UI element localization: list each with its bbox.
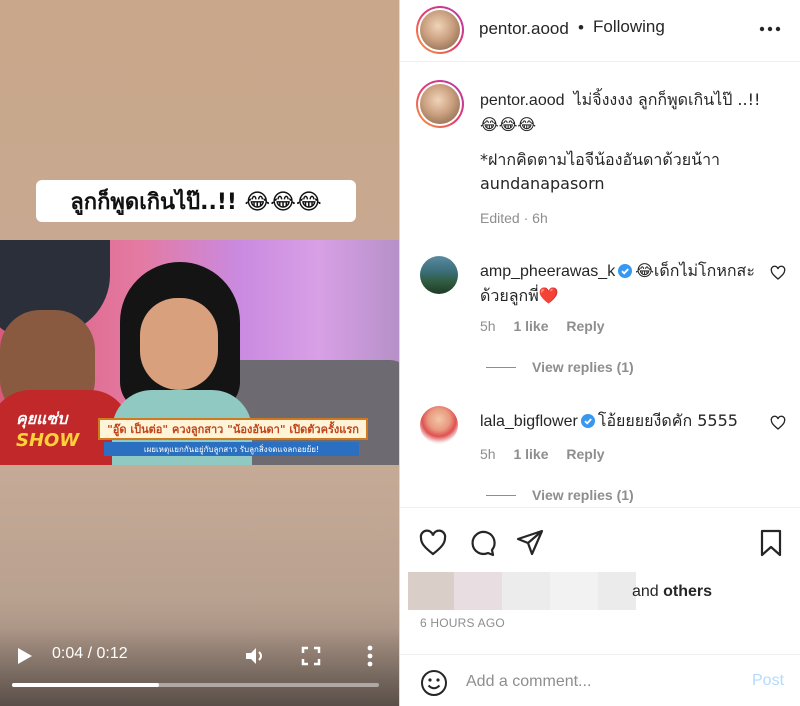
following-button[interactable]: Following — [593, 17, 665, 37]
like-heart-icon[interactable] — [418, 528, 448, 558]
header-username[interactable]: pentor.aood — [479, 19, 569, 39]
view-replies-label: View replies (1) — [532, 487, 634, 503]
add-comment-bar: Post — [400, 654, 800, 706]
caption-mention[interactable]: aundanapasorn — [480, 172, 780, 196]
girl-face — [140, 298, 218, 390]
edited-label: Edited — [480, 210, 520, 226]
comment-username[interactable]: amp_pheerawas_k — [480, 263, 615, 280]
video-controls: 0:04 / 0:12 — [0, 628, 399, 706]
view-replies-label: View replies (1) — [532, 359, 634, 375]
volume-icon[interactable] — [243, 644, 267, 668]
replies-divider — [486, 366, 516, 368]
caption-text: pentor.aood ไม่จิ้งงงง ลูกก็พูดเกินไป๊ .… — [480, 88, 780, 137]
likes-summary: and others — [632, 583, 712, 601]
reply-button[interactable]: Reply — [566, 318, 604, 334]
avatar[interactable] — [416, 6, 464, 54]
post-actions: and others 6 HOURS AGO Post — [400, 507, 800, 706]
view-replies-button[interactable]: View replies (1) — [486, 487, 634, 503]
heart-icon[interactable] — [770, 265, 786, 281]
progress-fill — [12, 683, 159, 687]
comment-text: lala_bigflower โอ้ยยยยงีดคัก 5555 — [480, 409, 765, 434]
reply-button[interactable]: Reply — [566, 446, 604, 462]
liked-by-avatars-blurred — [408, 572, 636, 610]
caption-avatar[interactable] — [416, 80, 464, 128]
heart-icon[interactable] — [770, 415, 786, 431]
caption-extra: *ฝากคิดตามไอจีน้องอันดาด้วยน้าา aundanap… — [480, 148, 780, 196]
fullscreen-icon[interactable] — [300, 645, 322, 667]
more-vertical-icon[interactable] — [360, 644, 380, 668]
video-frame: คุยแซ่บ SHOW "อู๊ด เป็นต่อ" ควงลูกสาว "น… — [0, 240, 399, 465]
play-icon[interactable] — [14, 646, 34, 666]
post-panel: pentor.aood • Following pentor.aood ไม่จ… — [399, 0, 800, 706]
comment-likes[interactable]: 1 like — [513, 318, 548, 334]
likes-others-link[interactable]: others — [663, 583, 712, 600]
post-header: pentor.aood • Following — [400, 0, 800, 62]
comments-section[interactable]: pentor.aood ไม่จิ้งงงง ลูกก็พูดเกินไป๊ .… — [400, 62, 800, 507]
video-caption-overlay: ลูกก็พูดเกินไป๊..!! 😂😂😂 — [36, 180, 356, 222]
caption-line2: *ฝากคิดตามไอจีน้องอันดาด้วยน้าา — [480, 150, 721, 169]
comment-body: โอ้ยยยยงีดคัก 5555 — [597, 411, 738, 430]
comment-meta: 5h 1 like Reply — [480, 318, 619, 334]
share-paper-plane-icon[interactable] — [515, 528, 545, 558]
emoji-icon[interactable] — [420, 669, 448, 697]
video-player[interactable]: ลูกก็พูดเกินไป๊..!! 😂😂😂 คุยแซ่บ SHOW "อู… — [0, 0, 399, 706]
show-logo-bottom: SHOW — [16, 430, 80, 451]
comment-likes[interactable]: 1 like — [513, 446, 548, 462]
verified-badge-icon — [580, 414, 595, 428]
comment-username[interactable]: lala_bigflower — [480, 413, 578, 430]
show-logo: คุยแซ่บ SHOW — [16, 408, 102, 456]
comment-age: 5h — [480, 446, 496, 462]
commenter-avatar[interactable] — [420, 256, 458, 294]
post-timestamp[interactable]: 6 HOURS AGO — [420, 616, 505, 630]
show-banner-title: "อู๊ด เป็นต่อ" ควงลูกสาว "น้องอันดา" เปิ… — [98, 418, 368, 440]
show-banner-sub: เผยเหตุแยกกันอยู่กับลูกสาว รับลูกสิ่งจดแ… — [104, 442, 359, 456]
commenter-avatar[interactable] — [420, 406, 458, 444]
show-logo-top: คุยแซ่บ — [16, 409, 68, 428]
view-replies-button[interactable]: View replies (1) — [486, 359, 634, 375]
caption-meta-dot: · — [523, 210, 529, 226]
bookmark-icon[interactable] — [756, 528, 786, 558]
caption-age: 6h — [532, 210, 548, 226]
verified-badge-icon — [618, 264, 633, 278]
caption-meta: Edited · 6h — [480, 210, 548, 226]
comment-age: 5h — [480, 318, 496, 334]
comment-meta: 5h 1 like Reply — [480, 446, 619, 462]
likes-and: and — [632, 583, 659, 600]
progress-bar[interactable] — [12, 683, 379, 687]
header-separator: • — [578, 18, 584, 37]
post-button[interactable]: Post — [752, 672, 784, 690]
replies-divider — [486, 494, 516, 496]
comment-input[interactable] — [466, 668, 736, 696]
comment-bubble-icon[interactable] — [467, 528, 497, 558]
comment-text: amp_pheerawas_k 😂เด็กไม่โกหกสะด้วยลูกพี่❤… — [480, 259, 765, 308]
time-display: 0:04 / 0:12 — [52, 645, 128, 662]
caption-username[interactable]: pentor.aood — [480, 92, 565, 109]
more-horizontal-icon[interactable] — [758, 20, 782, 38]
